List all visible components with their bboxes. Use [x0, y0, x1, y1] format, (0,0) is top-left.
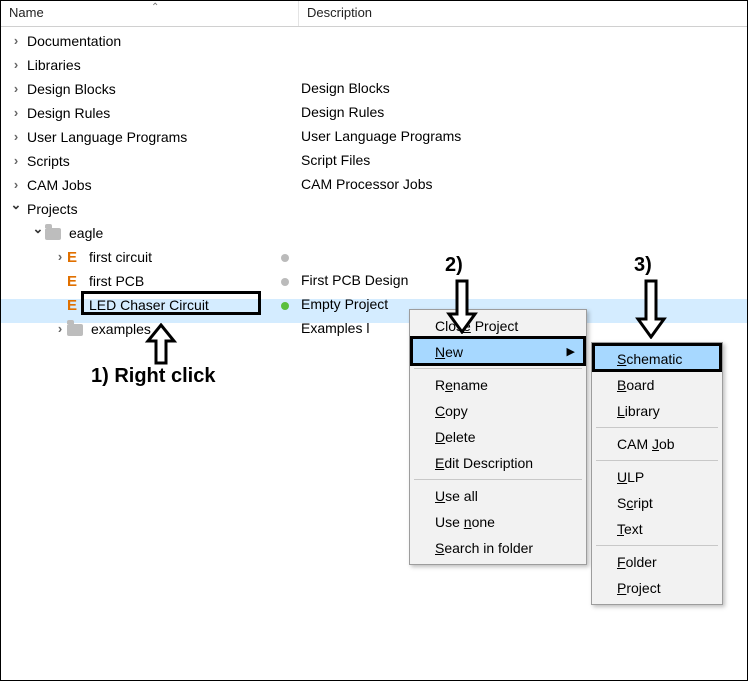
folder-icon [67, 324, 83, 336]
menu-item-rename[interactable]: Rename [413, 372, 583, 398]
annotation-text-2: 2) [445, 254, 463, 277]
tree-desc: Design Rules [301, 104, 384, 120]
tree-item-projects[interactable]: Projects [1, 197, 747, 221]
submenu-arrow-icon: ▶ [567, 345, 575, 358]
menu-separator [414, 479, 582, 480]
eagle-e-icon: E [67, 299, 81, 313]
annotation-text-3: 3) [634, 254, 652, 277]
menu-item-schematic[interactable]: Schematic [595, 346, 719, 372]
chevron-right-icon[interactable] [9, 106, 23, 121]
tree-label: Projects [23, 201, 78, 217]
menu-item-text[interactable]: Text [595, 516, 719, 542]
tree-item-scripts[interactable]: Scripts Script Files [1, 149, 747, 173]
context-submenu-new: Schematic Board Library CAM Job ULP Scri… [591, 342, 723, 605]
annotation-arrow-2 [445, 279, 479, 334]
chevron-right-icon[interactable] [9, 154, 23, 169]
tree-item-eagle[interactable]: eagle [1, 221, 747, 245]
column-name-label: Name [9, 5, 44, 20]
chevron-right-icon[interactable] [9, 58, 23, 73]
columns-header: Name ⌃ Description [1, 1, 747, 27]
tree-desc: Script Files [301, 152, 370, 168]
tree-desc: Design Blocks [301, 80, 390, 96]
tree-desc: Examples l [301, 320, 369, 336]
tree-label: first PCB [85, 273, 144, 289]
tree-item-ulp[interactable]: User Language Programs User Language Pro… [1, 125, 747, 149]
menu-item-library[interactable]: Library [595, 398, 719, 424]
tree-desc: First PCB Design [301, 272, 408, 288]
tree-label: examples [87, 321, 151, 337]
tree-desc: User Language Programs [301, 128, 461, 144]
tree-label: Design Blocks [23, 81, 116, 97]
annotation-arrow-3 [634, 279, 668, 339]
chevron-right-icon[interactable] [9, 178, 23, 193]
menu-item-use-all[interactable]: Use all [413, 483, 583, 509]
status-dot-active-icon [281, 302, 289, 310]
tree-desc: Empty Project [301, 296, 388, 312]
chevron-down-icon[interactable] [31, 225, 45, 241]
status-dot-icon [281, 278, 289, 286]
menu-separator [596, 427, 718, 428]
menu-item-use-none[interactable]: Use none [413, 509, 583, 535]
column-description-label: Description [307, 5, 372, 20]
tree-item-design-blocks[interactable]: Design Blocks Design Blocks [1, 77, 747, 101]
menu-item-ulp[interactable]: ULP [595, 464, 719, 490]
tree-item-documentation[interactable]: Documentation [1, 29, 747, 53]
menu-item-delete[interactable]: Delete [413, 424, 583, 450]
tree-label: CAM Jobs [23, 177, 92, 193]
menu-separator [596, 460, 718, 461]
selection-outline [81, 291, 261, 315]
annotation-arrow-1 [144, 323, 178, 365]
status-dot-icon [281, 254, 289, 262]
menu-separator [596, 545, 718, 546]
menu-item-close-project[interactable]: Close Project [413, 313, 583, 339]
tree-item-cam-jobs[interactable]: CAM Jobs CAM Processor Jobs [1, 173, 747, 197]
tree-label: Libraries [23, 57, 81, 73]
menu-item-new[interactable]: New▶ [413, 339, 583, 365]
menu-separator [414, 368, 582, 369]
eagle-e-icon: E [67, 275, 81, 289]
chevron-right-icon[interactable] [9, 130, 23, 145]
tree-label: first circuit [85, 249, 152, 265]
menu-item-folder[interactable]: Folder [595, 549, 719, 575]
chevron-down-icon[interactable] [9, 201, 23, 217]
tree-label: Documentation [23, 33, 121, 49]
column-name[interactable]: Name ⌃ [1, 1, 299, 26]
tree-item-libraries[interactable]: Libraries [1, 53, 747, 77]
chevron-right-icon[interactable] [9, 34, 23, 49]
menu-item-project[interactable]: Project [595, 575, 719, 601]
folder-icon [45, 228, 61, 240]
menu-item-edit-description[interactable]: Edit Description [413, 450, 583, 476]
tree-label: eagle [65, 225, 103, 241]
tree-item-design-rules[interactable]: Design Rules Design Rules [1, 101, 747, 125]
sort-ascending-icon: ⌃ [151, 2, 159, 13]
tree-label: Design Rules [23, 105, 110, 121]
eagle-e-icon: E [67, 251, 81, 265]
menu-item-copy[interactable]: Copy [413, 398, 583, 424]
chevron-right-icon[interactable] [53, 250, 67, 265]
column-description[interactable]: Description [299, 1, 747, 26]
tree-desc: CAM Processor Jobs [301, 176, 432, 192]
context-menu-project: Close Project New▶ Rename Copy Delete Ed… [409, 309, 587, 565]
menu-item-board[interactable]: Board [595, 372, 719, 398]
chevron-right-icon[interactable] [9, 82, 23, 97]
menu-item-search-in-folder[interactable]: Search in folder [413, 535, 583, 561]
annotation-text-1: 1) Right click [91, 365, 215, 388]
menu-item-cam-job[interactable]: CAM Job [595, 431, 719, 457]
tree-label: User Language Programs [23, 129, 187, 145]
menu-item-script[interactable]: Script [595, 490, 719, 516]
tree-label: Scripts [23, 153, 70, 169]
chevron-right-icon[interactable] [53, 322, 67, 337]
